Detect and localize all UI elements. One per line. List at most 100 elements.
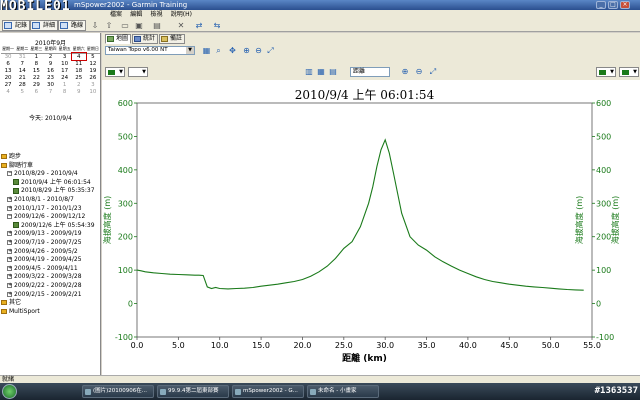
calendar-day[interactable]: 30 [43, 81, 57, 88]
calendar-today[interactable]: 今天: 2010/9/4 [0, 113, 100, 122]
maximize-button[interactable]: □ [608, 1, 618, 9]
calendar-day[interactable]: 21 [15, 74, 29, 81]
tab-map[interactable]: 地圖 [105, 34, 132, 44]
taskbar-item-paint[interactable]: 未命名 - 小畫家 [307, 385, 379, 398]
map-settings-icon[interactable]: ▦ [202, 46, 211, 55]
calendar-day[interactable]: 29 [29, 81, 43, 88]
calendar-day[interactable]: 3 [86, 81, 100, 88]
tree-item[interactable]: 2009/12/6 上午 05:54:39 [1, 222, 100, 231]
calendar-day[interactable]: 14 [15, 67, 29, 74]
calendar-day[interactable]: 7 [43, 88, 57, 95]
calendar-day[interactable]: 16 [43, 67, 57, 74]
calendar-day[interactable]: 10 [58, 60, 72, 67]
calendar-day[interactable]: 31 [15, 53, 29, 60]
calendar-day[interactable]: 2 [43, 53, 57, 60]
details-button[interactable]: 詳細 [30, 20, 59, 31]
taskbar-item-race[interactable]: 99.9.4第二屆東部賽 [157, 385, 229, 398]
taskbar-item-photo[interactable]: (圖片)20100906在... [82, 385, 154, 398]
close-button[interactable]: × [620, 1, 630, 9]
calendar-day[interactable]: 10 [86, 88, 100, 95]
map-select[interactable]: Taiwan Topo v6.00 NT ▼ [105, 46, 195, 55]
calendar-day[interactable]: 13 [1, 67, 15, 74]
map-zoom-in-icon[interactable]: ⊕ [242, 46, 251, 55]
calendar-day[interactable]: 24 [58, 74, 72, 81]
route-button[interactable]: 路線 [58, 20, 87, 31]
import-icon[interactable]: ⇄ [194, 21, 204, 30]
tree-item[interactable]: +2010/1/17 - 2010/1/23 [1, 205, 100, 214]
tree-item[interactable]: +2010/8/1 - 2010/8/7 [1, 196, 100, 205]
tree-item[interactable]: +2009/2/22 - 2009/2/28 [1, 282, 100, 291]
calendar-day[interactable]: 8 [58, 88, 72, 95]
tree-item[interactable]: 2010/8/29 上午 05:35:37 [1, 187, 100, 196]
right-fill-color-select[interactable]: ▼ [619, 67, 639, 77]
calendar-day[interactable]: 11 [72, 60, 86, 67]
minimize-button[interactable]: _ [596, 1, 606, 9]
new-icon[interactable]: ▭ [120, 21, 130, 30]
calendar-day[interactable]: 22 [29, 74, 43, 81]
fill-color-select[interactable]: ▼ [128, 67, 148, 77]
calendar-day[interactable]: 26 [86, 74, 100, 81]
calendar-day[interactable]: 4 [70, 52, 87, 61]
save-icon[interactable]: ▣ [134, 21, 144, 30]
tree-item[interactable]: −2009/12/6 - 2009/12/12 [1, 213, 100, 222]
map-search-icon[interactable]: ⌕ [214, 46, 223, 55]
graph-zoom-out-icon[interactable]: ⊖ [414, 67, 424, 77]
start-icon[interactable] [2, 384, 17, 399]
taskbar-item-mspower[interactable]: mSpower2002 - G... [232, 385, 304, 398]
records-button[interactable]: 記錄 [2, 20, 31, 31]
calendar-day[interactable]: 8 [29, 60, 43, 67]
calendar-day[interactable]: 5 [15, 88, 29, 95]
calendar-day[interactable]: 6 [29, 88, 43, 95]
tree-item[interactable]: +2009/2/15 - 2009/2/21 [1, 291, 100, 300]
map-pan-icon[interactable]: ✥ [228, 46, 237, 55]
calendar-day[interactable]: 28 [15, 81, 29, 88]
send-icon[interactable]: ⇧ [104, 21, 114, 30]
menu-help[interactable]: 說明(H) [171, 10, 192, 19]
graph-fit-icon[interactable]: ⤢ [428, 67, 438, 77]
calendar-day[interactable]: 19 [86, 67, 100, 74]
tree-item[interactable]: 其它 [1, 299, 100, 308]
menu-view[interactable]: 檢視 [151, 10, 163, 19]
receive-icon[interactable]: ⇩ [90, 21, 100, 30]
tree-item[interactable]: +2009/4/26 - 2009/5/2 [1, 248, 100, 257]
right-line-color-select[interactable]: ▼ [596, 67, 616, 77]
graph-zoom-in-icon[interactable]: ⊕ [400, 67, 410, 77]
open-icon[interactable]: ▤ [152, 21, 162, 30]
menu-edit[interactable]: 編輯 [130, 10, 142, 19]
calendar-day[interactable]: 4 [1, 88, 15, 95]
calendar-day[interactable]: 20 [1, 74, 15, 81]
calendar-day[interactable]: 1 [29, 53, 43, 60]
tree-item[interactable]: MultiSport [1, 308, 100, 317]
menu-file[interactable]: 檔案 [110, 10, 122, 19]
line-color-select[interactable]: ▼ [105, 67, 125, 77]
calendar-day[interactable]: 1 [58, 81, 72, 88]
x-axis-select[interactable]: 距離 [350, 67, 390, 77]
tree-item[interactable]: +2009/3/22 - 2009/3/28 [1, 273, 100, 282]
tree-item[interactable]: +2009/7/19 - 2009/7/25 [1, 239, 100, 248]
graph-view-icon[interactable]: ▥ [304, 67, 314, 77]
graph-grid-icon[interactable]: ▦ [316, 67, 326, 77]
map-fit-icon[interactable]: ⤢ [266, 46, 275, 55]
tab-notes[interactable]: 備註 [159, 34, 186, 44]
map-zoom-out-icon[interactable]: ⊖ [254, 46, 263, 55]
tree-item[interactable]: −2010/8/29 - 2010/9/4 [1, 170, 100, 179]
calendar-day[interactable]: 18 [72, 67, 86, 74]
export-icon[interactable]: ⇆ [212, 21, 222, 30]
tree-item[interactable]: 腳踏行車 [1, 162, 100, 171]
graph-table-icon[interactable]: ▤ [328, 67, 338, 77]
calendar-day[interactable]: 25 [72, 74, 86, 81]
calendar-day[interactable]: 9 [72, 88, 86, 95]
calendar-day[interactable]: 6 [1, 60, 15, 67]
calendar-day[interactable]: 3 [58, 53, 72, 60]
calendar-day[interactable]: 15 [29, 67, 43, 74]
tree-item[interactable]: 跑步 [1, 153, 100, 162]
tree-item[interactable]: +2009/9/13 - 2009/9/19 [1, 230, 100, 239]
delete-icon[interactable]: ✕ [176, 21, 186, 30]
calendar-day[interactable]: 30 [1, 53, 15, 60]
calendar-day[interactable]: 23 [43, 74, 57, 81]
calendar-day[interactable]: 12 [86, 60, 100, 67]
calendar-day[interactable]: 17 [58, 67, 72, 74]
calendar-day[interactable]: 2 [72, 81, 86, 88]
tree-item[interactable]: +2009/4/5 - 2009/4/11 [1, 265, 100, 274]
calendar-day[interactable]: 27 [1, 81, 15, 88]
